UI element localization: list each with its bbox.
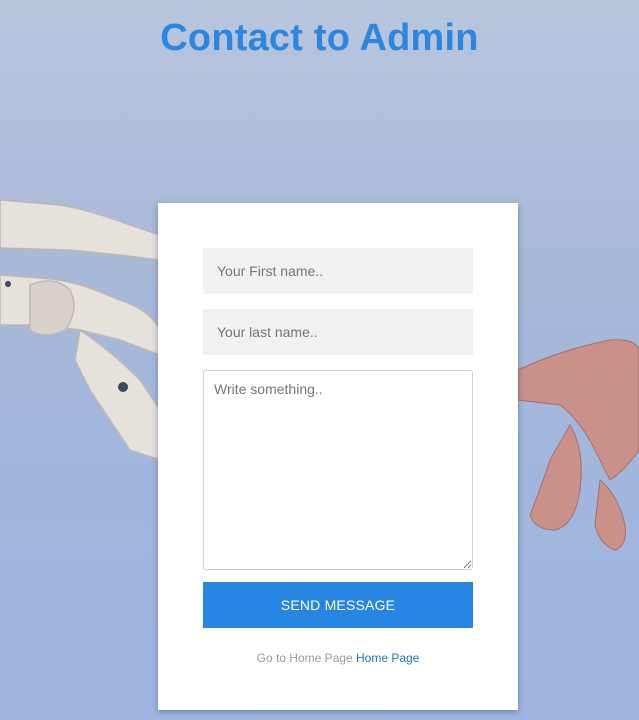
page-title: Contact to Admin — [160, 17, 479, 59]
send-message-button[interactable]: SEND MESSAGE — [203, 582, 473, 628]
contact-form-card: SEND MESSAGE Go to Home Page Home Page — [158, 203, 518, 710]
first-name-input[interactable] — [203, 248, 473, 294]
home-page-prefix-text: Go to Home Page — [256, 651, 353, 665]
home-page-link[interactable]: Home Page — [356, 651, 419, 665]
message-textarea[interactable] — [203, 370, 473, 570]
home-page-footer: Go to Home Page Home Page — [158, 651, 518, 665]
last-name-input[interactable] — [203, 309, 473, 355]
robot-hand-icon — [0, 199, 161, 462]
human-hand-icon — [517, 339, 639, 551]
